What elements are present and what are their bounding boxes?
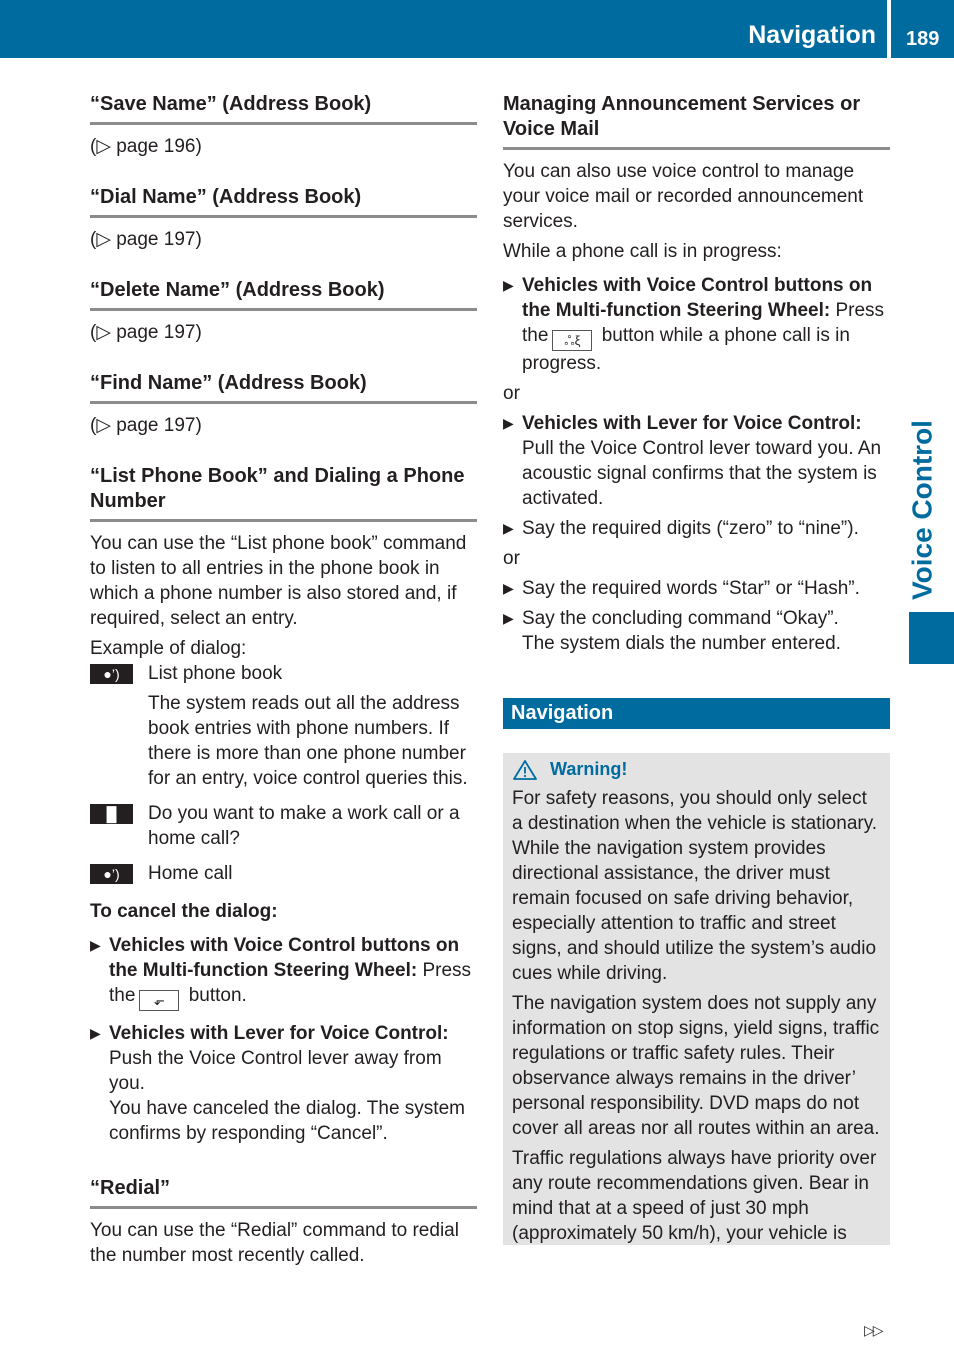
section-delete-name: “Delete Name” (Address Book) (▷ page 197… [90, 278, 477, 345]
or-text: or [503, 383, 520, 404]
side-tab[interactable]: Voice Control [904, 420, 940, 600]
system-speaker-icon: ▐▌ [90, 804, 133, 824]
step-condition: Vehicles with Voice Control buttons on t… [522, 275, 873, 321]
side-tab-marker [909, 612, 954, 664]
step-text: button. [183, 985, 247, 1006]
section-dial-name: “Dial Name” (Address Book) (▷ page 197) [90, 185, 477, 252]
while-label: While a phone call is in progress: [503, 241, 782, 262]
section-heading: “Dial Name” (Address Book) [90, 185, 477, 218]
step-condition: Vehicles with Voice Control buttons on t… [109, 935, 460, 981]
warning-box: Warning! For safety reasons, you should … [503, 753, 890, 1245]
section-redial: “Redial” You can use the “Redial” comman… [90, 1176, 477, 1268]
section-heading: “Delete Name” (Address Book) [90, 278, 477, 311]
page-number: 189 [906, 28, 940, 50]
dialog-line: Do you want to make a work call or a hom… [148, 803, 460, 849]
warning-paragraph: The navigation system does not supply an… [512, 993, 880, 1139]
warning-title: Warning! [550, 759, 628, 779]
dialog-row: ●’) List phone book The system reads out… [90, 661, 477, 796]
or-text: or [503, 548, 520, 569]
section-heading: “Redial” [90, 1176, 477, 1209]
dialog-row: ▐▌ Do you want to make a work call or a … [90, 801, 477, 856]
page-reference-link[interactable]: (▷ page 197) [90, 413, 477, 438]
bullet-arrow-icon: ▶ [90, 1025, 101, 1041]
bullet-arrow-icon: ▶ [503, 415, 514, 431]
chapter-title: Navigation [748, 21, 876, 49]
step-item: ▶ Vehicles with Voice Control buttons on… [90, 933, 477, 1011]
step-text: Say the required digits (“zero” to “nine… [522, 518, 859, 539]
step-text: Say the required words “Star” or “Hash”. [522, 578, 860, 599]
step-item: ▶ Vehicles with Lever for Voice Control:… [503, 411, 890, 511]
page-reference-link[interactable]: (▷ page 196) [90, 134, 477, 159]
continued-arrow-icon: ▷▷ [864, 1322, 883, 1338]
bullet-arrow-icon: ▶ [503, 580, 514, 596]
warning-triangle-icon [513, 759, 537, 780]
side-tab-label: Voice Control [906, 420, 938, 600]
bullet-arrow-icon: ▶ [503, 610, 514, 626]
dialog-row: ●’) Home call [90, 861, 477, 891]
section-heading: Managing Announcement Services or Voice … [503, 92, 890, 150]
header-divider [887, 0, 891, 58]
bullet-arrow-icon: ▶ [503, 277, 514, 293]
section-find-name: “Find Name” (Address Book) (▷ page 197) [90, 371, 477, 438]
back-button-icon: ⬐ [139, 990, 180, 1011]
step-result: The system dials the number entered. [522, 633, 841, 654]
step-condition: Vehicles with Lever for Voice Control: [109, 1023, 449, 1044]
step-item: ▶ Say the concluding command “Okay”. The… [503, 606, 890, 656]
step-text: Pull the Voice Control lever toward you.… [522, 438, 882, 509]
warning-header: Warning! [512, 758, 881, 781]
section-list-phone-book: “List Phone Book” and Dialing a Phone Nu… [90, 464, 477, 1146]
section-save-name: “Save Name” (Address Book) (▷ page 196) [90, 92, 477, 159]
bullet-arrow-icon: ▶ [90, 937, 101, 953]
user-speaking-icon: ●’) [90, 864, 133, 884]
dialog-example: ●’) List phone book The system reads out… [90, 661, 477, 891]
warning-paragraph: For safety reasons, you should only sele… [512, 788, 878, 984]
intro-text: You can use the “List phone book” comman… [90, 533, 467, 629]
step-item: ▶ Vehicles with Voice Control buttons on… [503, 273, 890, 376]
voice-control-button-icon: ஃξ [552, 330, 593, 351]
navigation-section-bar: Navigation [503, 698, 890, 729]
step-condition: Vehicles with Lever for Voice Control: [522, 413, 862, 434]
bullet-arrow-icon: ▶ [503, 520, 514, 536]
step-item: ▶ Say the required digits (“zero” to “ni… [503, 516, 890, 541]
step-text: Push the Voice Control lever away from y… [109, 1048, 442, 1094]
page-header-bar: Navigation 189 [0, 0, 954, 58]
section-voice-mail: Managing Announcement Services or Voice … [503, 92, 890, 656]
left-column: “Save Name” (Address Book) (▷ page 196) … [90, 92, 477, 1273]
right-column: Managing Announcement Services or Voice … [503, 92, 890, 1245]
user-speaking-icon: ●’) [90, 664, 133, 684]
step-item: ▶ Vehicles with Lever for Voice Control:… [90, 1021, 477, 1146]
step-item: ▶ Say the required words “Star” or “Hash… [503, 576, 890, 601]
warning-paragraph: Traffic regulations always have priority… [512, 1148, 877, 1244]
section-heading: “Find Name” (Address Book) [90, 371, 477, 404]
page-reference-link[interactable]: (▷ page 197) [90, 227, 477, 252]
dialog-line: List phone book [148, 663, 283, 684]
example-label: Example of dialog: [90, 638, 247, 659]
cancel-label: To cancel the dialog: [90, 901, 278, 922]
section-heading: “List Phone Book” and Dialing a Phone Nu… [90, 464, 477, 522]
dialog-line: Home call [148, 863, 233, 884]
body-text: You can use the “Redial” command to redi… [90, 1220, 459, 1266]
section-heading: “Save Name” (Address Book) [90, 92, 477, 125]
dialog-line: The system reads out all the address boo… [148, 693, 468, 789]
step-text: Say the concluding command “Okay”. [522, 608, 839, 629]
intro-text: You can also use voice control to manage… [503, 161, 864, 232]
page-reference-link[interactable]: (▷ page 197) [90, 320, 477, 345]
step-result: You have canceled the dialog. The system… [109, 1098, 465, 1144]
